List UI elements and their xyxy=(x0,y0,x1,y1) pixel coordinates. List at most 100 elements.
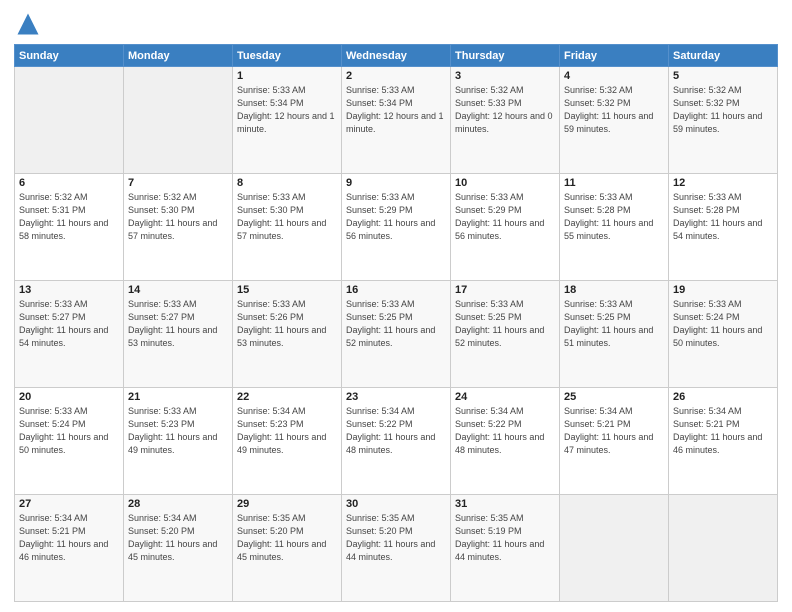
day-detail: Sunrise: 5:32 AMSunset: 5:32 PMDaylight:… xyxy=(564,84,664,136)
calendar-week-5: 27 Sunrise: 5:34 AMSunset: 5:21 PMDayligh… xyxy=(15,495,778,602)
day-number: 2 xyxy=(346,70,446,82)
calendar-cell xyxy=(124,67,233,174)
day-detail: Sunrise: 5:33 AMSunset: 5:24 PMDaylight:… xyxy=(19,405,119,457)
day-detail: Sunrise: 5:33 AMSunset: 5:23 PMDaylight:… xyxy=(128,405,228,457)
calendar-cell: 8 Sunrise: 5:33 AMSunset: 5:30 PMDaylight… xyxy=(233,174,342,281)
day-detail: Sunrise: 5:35 AMSunset: 5:20 PMDaylight:… xyxy=(346,512,446,564)
calendar-cell: 27 Sunrise: 5:34 AMSunset: 5:21 PMDayligh… xyxy=(15,495,124,602)
calendar-cell: 10 Sunrise: 5:33 AMSunset: 5:29 PMDayligh… xyxy=(451,174,560,281)
header xyxy=(14,10,778,38)
calendar-cell: 25 Sunrise: 5:34 AMSunset: 5:21 PMDayligh… xyxy=(560,388,669,495)
day-detail: Sunrise: 5:33 AMSunset: 5:34 PMDaylight:… xyxy=(346,84,446,136)
calendar-cell: 30 Sunrise: 5:35 AMSunset: 5:20 PMDayligh… xyxy=(342,495,451,602)
day-header-wednesday: Wednesday xyxy=(342,45,451,67)
day-number: 26 xyxy=(673,391,773,403)
calendar-cell: 4 Sunrise: 5:32 AMSunset: 5:32 PMDaylight… xyxy=(560,67,669,174)
day-detail: Sunrise: 5:32 AMSunset: 5:30 PMDaylight:… xyxy=(128,191,228,243)
day-number: 6 xyxy=(19,177,119,189)
calendar-cell: 29Sunrise: 5:35 AMSunset: 5:20 PMDayligh… xyxy=(233,495,342,602)
day-number: 8 xyxy=(237,177,337,189)
day-number: 29 xyxy=(237,498,337,510)
day-number: 16 xyxy=(346,284,446,296)
calendar-cell: 5Sunrise: 5:32 AMSunset: 5:32 PMDaylight… xyxy=(669,67,778,174)
calendar-cell: 12 Sunrise: 5:33 AMSunset: 5:28 PMDayligh… xyxy=(669,174,778,281)
calendar-cell: 13 Sunrise: 5:33 AMSunset: 5:27 PMDayligh… xyxy=(15,281,124,388)
day-number: 12 xyxy=(673,177,773,189)
day-detail: Sunrise: 5:33 AMSunset: 5:25 PMDaylight:… xyxy=(346,298,446,350)
calendar-header-row: SundayMondayTuesdayWednesdayThursdayFrid… xyxy=(15,45,778,67)
logo xyxy=(14,10,46,38)
calendar-cell: 18 Sunrise: 5:33 AMSunset: 5:25 PMDayligh… xyxy=(560,281,669,388)
calendar-cell: 3 Sunrise: 5:32 AMSunset: 5:33 PMDaylight… xyxy=(451,67,560,174)
day-detail: Sunrise: 5:34 AMSunset: 5:21 PMDaylight:… xyxy=(19,512,119,564)
day-detail: Sunrise: 5:33 AMSunset: 5:27 PMDaylight:… xyxy=(128,298,228,350)
calendar-cell: 23Sunrise: 5:34 AMSunset: 5:22 PMDayligh… xyxy=(342,388,451,495)
calendar-cell: 1 Sunrise: 5:33 AMSunset: 5:34 PMDaylight… xyxy=(233,67,342,174)
day-number: 3 xyxy=(455,70,555,82)
day-detail: Sunrise: 5:34 AMSunset: 5:20 PMDaylight:… xyxy=(128,512,228,564)
day-detail: Sunrise: 5:33 AMSunset: 5:24 PMDaylight:… xyxy=(673,298,773,350)
day-detail: Sunrise: 5:33 AMSunset: 5:27 PMDaylight:… xyxy=(19,298,119,350)
calendar-cell: 20 Sunrise: 5:33 AMSunset: 5:24 PMDayligh… xyxy=(15,388,124,495)
calendar-cell: 6 Sunrise: 5:32 AMSunset: 5:31 PMDaylight… xyxy=(15,174,124,281)
day-detail: Sunrise: 5:34 AMSunset: 5:22 PMDaylight:… xyxy=(346,405,446,457)
day-header-sunday: Sunday xyxy=(15,45,124,67)
calendar-cell: 26Sunrise: 5:34 AMSunset: 5:21 PMDayligh… xyxy=(669,388,778,495)
day-number: 24 xyxy=(455,391,555,403)
day-number: 18 xyxy=(564,284,664,296)
day-number: 20 xyxy=(19,391,119,403)
day-detail: Sunrise: 5:33 AMSunset: 5:26 PMDaylight:… xyxy=(237,298,337,350)
day-number: 10 xyxy=(455,177,555,189)
day-number: 17 xyxy=(455,284,555,296)
logo-icon xyxy=(14,10,42,38)
calendar-cell: 9 Sunrise: 5:33 AMSunset: 5:29 PMDaylight… xyxy=(342,174,451,281)
day-detail: Sunrise: 5:33 AMSunset: 5:29 PMDaylight:… xyxy=(455,191,555,243)
calendar-table: SundayMondayTuesdayWednesdayThursdayFrid… xyxy=(14,44,778,602)
calendar-cell: 15Sunrise: 5:33 AMSunset: 5:26 PMDayligh… xyxy=(233,281,342,388)
calendar-cell xyxy=(669,495,778,602)
day-detail: Sunrise: 5:33 AMSunset: 5:25 PMDaylight:… xyxy=(564,298,664,350)
day-number: 21 xyxy=(128,391,228,403)
calendar-cell: 21 Sunrise: 5:33 AMSunset: 5:23 PMDayligh… xyxy=(124,388,233,495)
calendar-cell: 7 Sunrise: 5:32 AMSunset: 5:30 PMDaylight… xyxy=(124,174,233,281)
day-number: 30 xyxy=(346,498,446,510)
calendar-week-1: 1 Sunrise: 5:33 AMSunset: 5:34 PMDaylight… xyxy=(15,67,778,174)
calendar-cell: 22Sunrise: 5:34 AMSunset: 5:23 PMDayligh… xyxy=(233,388,342,495)
day-detail: Sunrise: 5:34 AMSunset: 5:23 PMDaylight:… xyxy=(237,405,337,457)
calendar-cell: 16 Sunrise: 5:33 AMSunset: 5:25 PMDayligh… xyxy=(342,281,451,388)
day-number: 7 xyxy=(128,177,228,189)
calendar-cell: 11Sunrise: 5:33 AMSunset: 5:28 PMDayligh… xyxy=(560,174,669,281)
calendar-cell: 28 Sunrise: 5:34 AMSunset: 5:20 PMDayligh… xyxy=(124,495,233,602)
calendar-week-4: 20 Sunrise: 5:33 AMSunset: 5:24 PMDayligh… xyxy=(15,388,778,495)
day-detail: Sunrise: 5:33 AMSunset: 5:30 PMDaylight:… xyxy=(237,191,337,243)
page: SundayMondayTuesdayWednesdayThursdayFrid… xyxy=(0,0,792,612)
day-header-saturday: Saturday xyxy=(669,45,778,67)
day-number: 25 xyxy=(564,391,664,403)
day-header-thursday: Thursday xyxy=(451,45,560,67)
day-detail: Sunrise: 5:34 AMSunset: 5:21 PMDaylight:… xyxy=(564,405,664,457)
day-number: 13 xyxy=(19,284,119,296)
day-detail: Sunrise: 5:35 AMSunset: 5:19 PMDaylight:… xyxy=(455,512,555,564)
day-detail: Sunrise: 5:32 AMSunset: 5:31 PMDaylight:… xyxy=(19,191,119,243)
day-number: 14 xyxy=(128,284,228,296)
day-detail: Sunrise: 5:32 AMSunset: 5:33 PMDaylight:… xyxy=(455,84,555,136)
day-number: 27 xyxy=(19,498,119,510)
day-detail: Sunrise: 5:33 AMSunset: 5:28 PMDaylight:… xyxy=(673,191,773,243)
calendar-cell: 31 Sunrise: 5:35 AMSunset: 5:19 PMDayligh… xyxy=(451,495,560,602)
calendar-cell xyxy=(15,67,124,174)
day-detail: Sunrise: 5:32 AMSunset: 5:32 PMDaylight:… xyxy=(673,84,773,136)
day-number: 31 xyxy=(455,498,555,510)
day-number: 4 xyxy=(564,70,664,82)
day-number: 28 xyxy=(128,498,228,510)
day-number: 19 xyxy=(673,284,773,296)
day-header-monday: Monday xyxy=(124,45,233,67)
day-number: 9 xyxy=(346,177,446,189)
day-number: 1 xyxy=(237,70,337,82)
calendar-cell: 24 Sunrise: 5:34 AMSunset: 5:22 PMDayligh… xyxy=(451,388,560,495)
day-header-tuesday: Tuesday xyxy=(233,45,342,67)
day-detail: Sunrise: 5:34 AMSunset: 5:22 PMDaylight:… xyxy=(455,405,555,457)
calendar-body: 1 Sunrise: 5:33 AMSunset: 5:34 PMDaylight… xyxy=(15,67,778,602)
day-detail: Sunrise: 5:33 AMSunset: 5:25 PMDaylight:… xyxy=(455,298,555,350)
day-detail: Sunrise: 5:33 AMSunset: 5:29 PMDaylight:… xyxy=(346,191,446,243)
day-detail: Sunrise: 5:33 AMSunset: 5:34 PMDaylight:… xyxy=(237,84,337,136)
